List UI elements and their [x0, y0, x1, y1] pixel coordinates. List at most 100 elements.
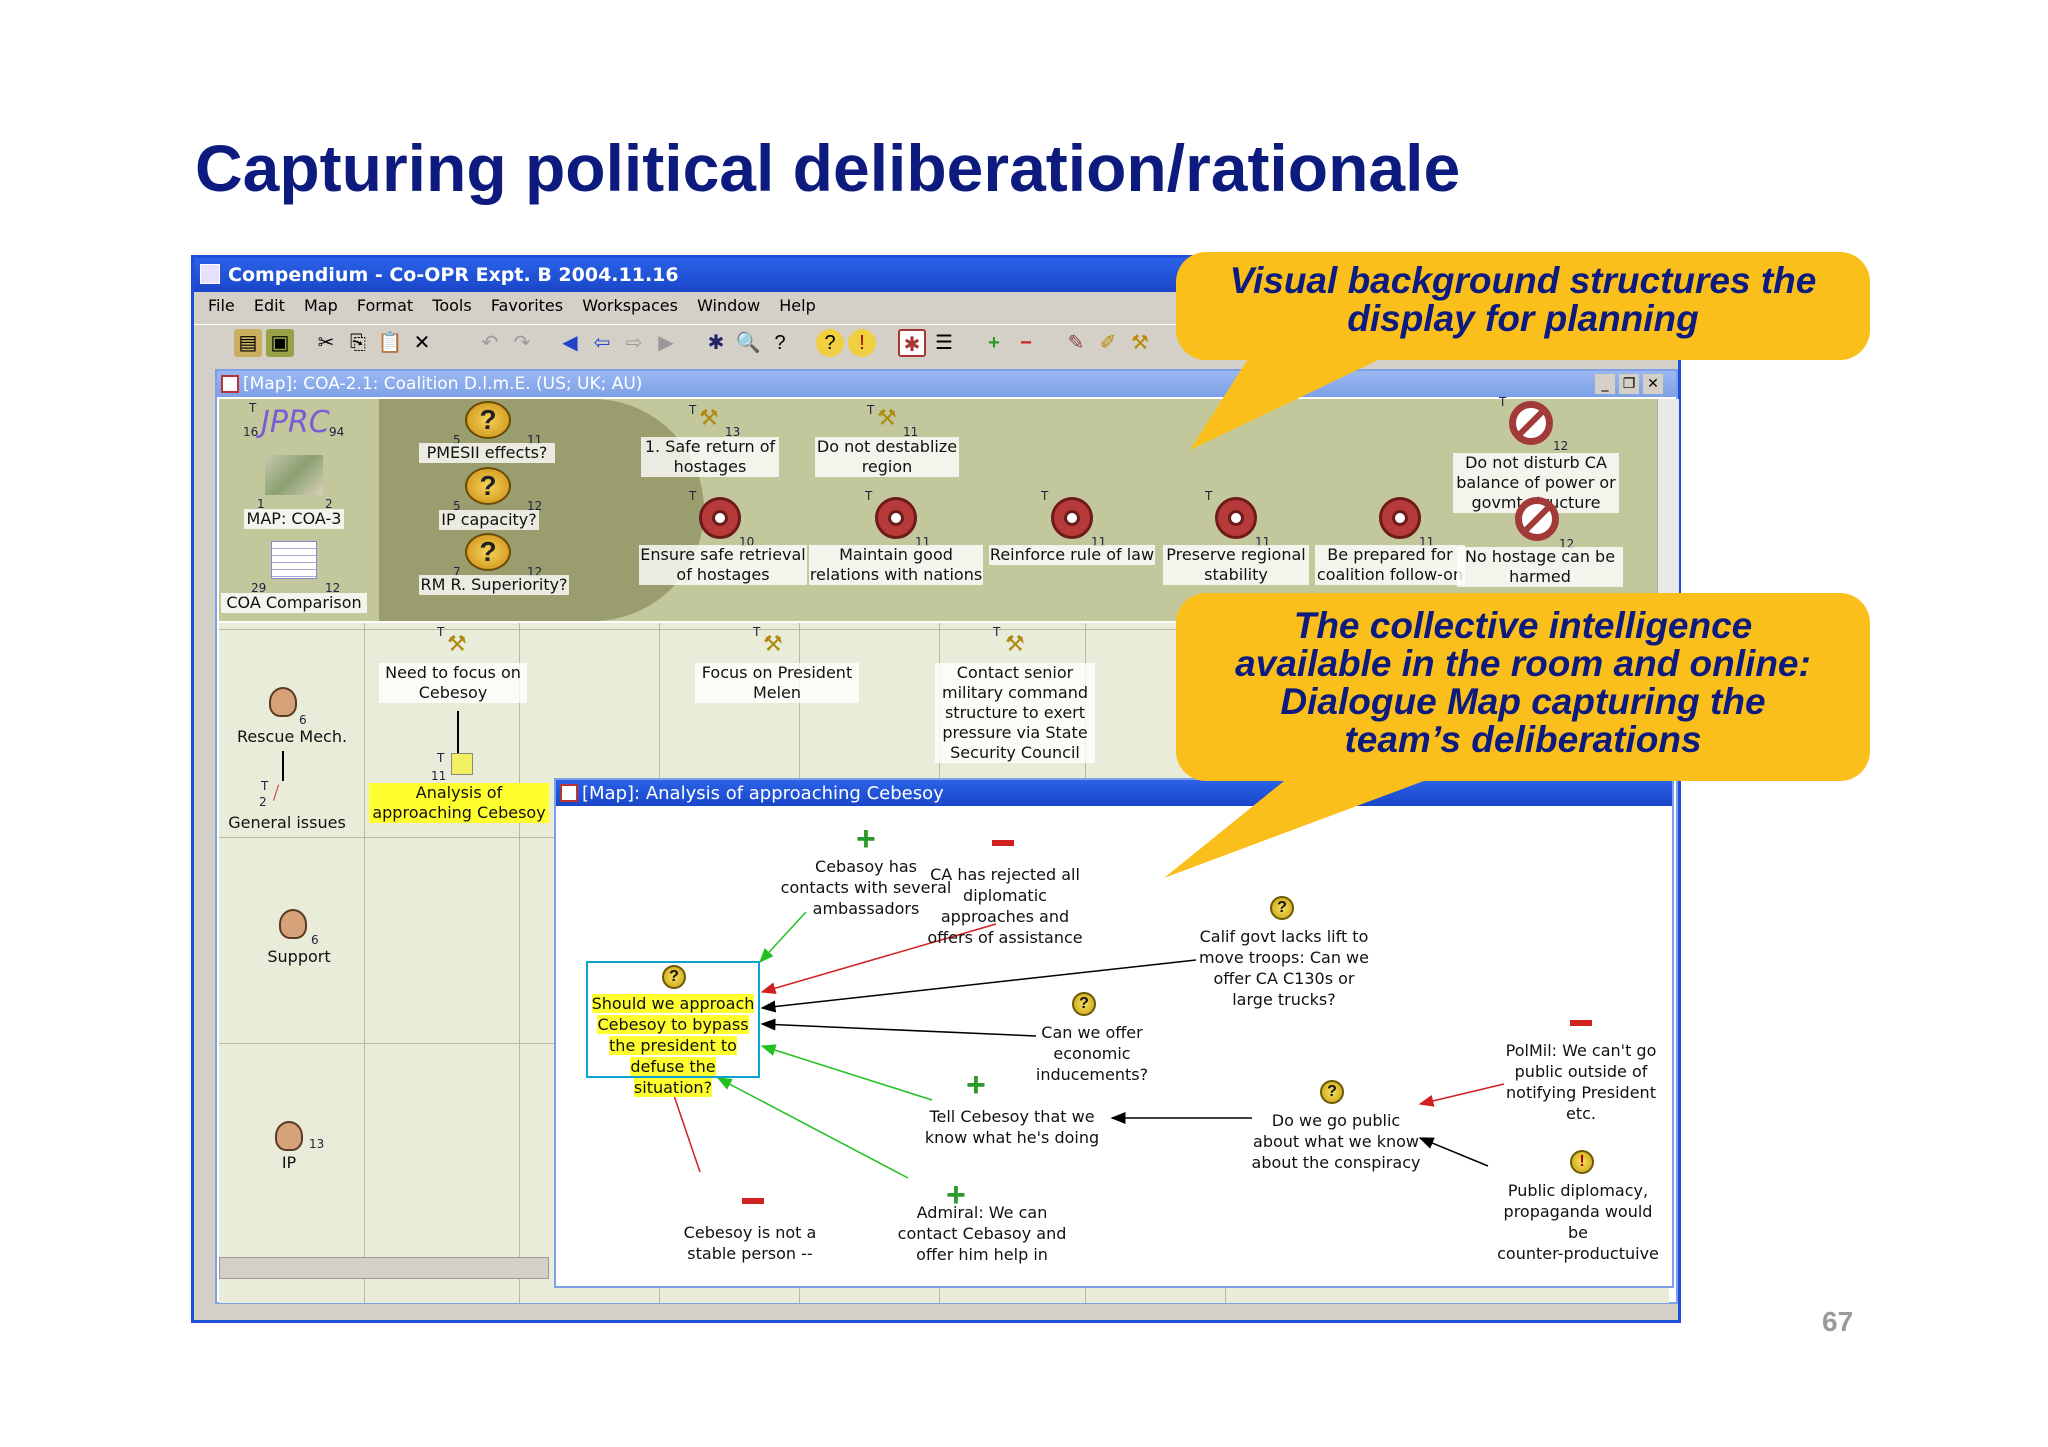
restore-button[interactable]: ❐ [1619, 374, 1639, 394]
target-icon[interactable] [1215, 497, 1257, 539]
question-icon[interactable]: ? [465, 533, 511, 571]
coa-map-titlebar[interactable]: [Map]: COA-2.1: Coalition D.l.m.E. (US; … [217, 371, 1676, 397]
rejected-node[interactable]: CA has rejected all diplomatic approaches … [910, 864, 1100, 948]
tag-t: T [753, 625, 761, 639]
paste-icon[interactable]: 📋 [376, 329, 404, 357]
menu-window[interactable]: Window [697, 296, 760, 315]
question-icon[interactable]: ? [465, 467, 511, 505]
note-node-icon[interactable]: ✐ [1094, 329, 1122, 357]
node-count: 94 [329, 425, 345, 439]
search-icon[interactable]: 🔍 [734, 329, 762, 357]
forward-history-icon[interactable]: ⇨ [620, 329, 648, 357]
map-node-icon[interactable] [451, 753, 473, 775]
prohibition-icon[interactable] [1515, 497, 1559, 541]
pro-node-icon[interactable]: + [980, 329, 1008, 357]
menu-edit[interactable]: Edit [254, 296, 285, 315]
back-icon[interactable]: ◀ [556, 329, 584, 357]
reference-node-icon[interactable]: ✎ [1062, 329, 1090, 357]
decision-icon[interactable]: ⚒ [447, 631, 467, 657]
close-button[interactable]: ✕ [1643, 374, 1663, 394]
forward-icon[interactable]: ▶ [652, 329, 680, 357]
ensure-safe-retrieval-node[interactable]: Ensure safe retrieval of hostages [639, 545, 807, 585]
rm-superiority-label[interactable]: RM R. Superiority? [419, 575, 569, 595]
cut-icon[interactable]: ✂ [312, 329, 340, 357]
polmil-node[interactable]: PolMil: We can't go public outside of noti… [1496, 1040, 1666, 1124]
decision-icon[interactable]: ⚒ [1005, 631, 1025, 657]
map-icon [221, 375, 239, 393]
decision-icon[interactable]: ⚒ [699, 405, 719, 431]
network-icon[interactable]: ✱ [702, 329, 730, 357]
tag-t: T [867, 403, 875, 417]
prohibition-icon[interactable] [1509, 401, 1553, 445]
map-thumbnail-icon[interactable] [265, 455, 323, 495]
question-node-icon[interactable]: ? [816, 329, 844, 357]
undo-icon[interactable]: ↶ [476, 329, 504, 357]
focus-president-node[interactable]: Focus on President Melen [695, 663, 859, 703]
target-icon[interactable] [1051, 497, 1093, 539]
menu-file[interactable]: File [208, 296, 235, 315]
menu-format[interactable]: Format [357, 296, 413, 315]
lane-ip[interactable]: IP [269, 1153, 309, 1173]
lane-rescue-mech[interactable]: Rescue Mech. [225, 727, 359, 747]
open-folder-icon[interactable]: ▤ [234, 329, 262, 357]
decision-node-icon[interactable]: ⚒ [1126, 329, 1154, 357]
ip-capacity-label[interactable]: IP capacity? [439, 510, 539, 530]
menu-tools[interactable]: Tools [432, 296, 471, 315]
list-node-icon[interactable]: ☰ [930, 329, 958, 357]
analysis-cebesoy-node[interactable]: Analysis of approaching Cebesoy [369, 783, 549, 823]
public-diplomacy-node[interactable]: Public diplomacy, propaganda would be count… [1488, 1180, 1668, 1264]
tell-cebesoy-node[interactable]: Tell Cebesoy that we know what he's doing [914, 1106, 1110, 1148]
redo-icon[interactable]: ↷ [508, 329, 536, 357]
target-icon[interactable] [875, 497, 917, 539]
node-line: Melen [752, 683, 802, 702]
save-icon[interactable]: ▣ [266, 329, 294, 357]
node-line: balance of power or [1456, 473, 1616, 492]
preserve-regional-stability-node[interactable]: Preserve regional stability [1163, 545, 1309, 585]
maintain-good-relations-node[interactable]: Maintain good relations with nations [809, 545, 983, 585]
pmesii-effects-label[interactable]: PMESII effects? [419, 443, 555, 463]
focus-question-node[interactable]: ? Should we approach Cebesoy to bypass t… [586, 961, 760, 1097]
idea-node-icon[interactable]: ! [848, 329, 876, 357]
decision-icon[interactable]: ⚒ [763, 631, 783, 657]
focus-cebesoy-node[interactable]: Need to focus on Cebesoy [379, 663, 527, 703]
decision-icon[interactable]: ⚒ [877, 405, 897, 431]
minimize-button[interactable]: _ [1595, 374, 1615, 394]
map-coa3-label[interactable]: MAP: COA-3 [244, 509, 344, 529]
no-hostage-harmed-node[interactable]: No hostage can be harmed [1457, 547, 1623, 587]
reinforce-rule-of-law-node[interactable]: Reinforce rule of law [989, 545, 1155, 565]
unstable-node[interactable]: Cebesoy is not a stable person -- [670, 1222, 830, 1264]
menu-favorites[interactable]: Favorites [491, 296, 563, 315]
be-prepared-node[interactable]: Be prepared for coalition follow-on [1315, 545, 1465, 585]
map-node-icon[interactable]: ✱ [898, 329, 926, 357]
jprc-logo[interactable]: JPRC [261, 405, 330, 440]
copy-icon[interactable]: ⎘ [344, 329, 372, 357]
coa-comparison-label[interactable]: COA Comparison [221, 593, 367, 613]
economic-node[interactable]: Can we offer economic inducements? [1012, 1022, 1172, 1085]
safe-return-node[interactable]: 1. Safe return of hostages [641, 437, 779, 477]
target-icon[interactable] [699, 497, 741, 539]
do-not-destabilize-node[interactable]: Do not destablize region [815, 437, 959, 477]
lane-support[interactable]: Support [249, 947, 349, 967]
help-icon[interactable]: ? [766, 329, 794, 357]
person-icon [275, 1121, 303, 1151]
vertical-scrollbar[interactable] [1657, 399, 1679, 619]
menu-workspaces[interactable]: Workspaces [582, 296, 678, 315]
delete-icon[interactable]: ✕ [408, 329, 436, 357]
contact-military-node[interactable]: Contact senior military command structure … [935, 663, 1095, 763]
con-node-icon[interactable]: − [1012, 329, 1040, 357]
back-history-icon[interactable]: ⇦ [588, 329, 616, 357]
lane-general-issues[interactable]: General issues [219, 813, 355, 833]
horizontal-scrollbar[interactable] [219, 1257, 549, 1279]
menu-help[interactable]: Help [779, 296, 815, 315]
admiral-node[interactable]: Admiral: We can contact Cebasoy and offer … [882, 1202, 1082, 1265]
question-icon: ? [1072, 992, 1096, 1016]
node-line: Cebesoy [418, 683, 488, 702]
calif-node[interactable]: Calif govt lacks lift to move troops: Can… [1176, 926, 1392, 1010]
table-icon[interactable] [271, 541, 317, 579]
menu-map[interactable]: Map [304, 296, 338, 315]
question-icon[interactable]: ? [465, 401, 511, 439]
target-icon[interactable] [1379, 497, 1421, 539]
compendium-window: Compendium - Co-OPR Expt. B 2004.11.16 F… [191, 255, 1681, 1323]
go-public-node[interactable]: Do we go public about what we know about t… [1250, 1110, 1422, 1173]
list-node-icon[interactable]: ⧸ [273, 783, 279, 804]
